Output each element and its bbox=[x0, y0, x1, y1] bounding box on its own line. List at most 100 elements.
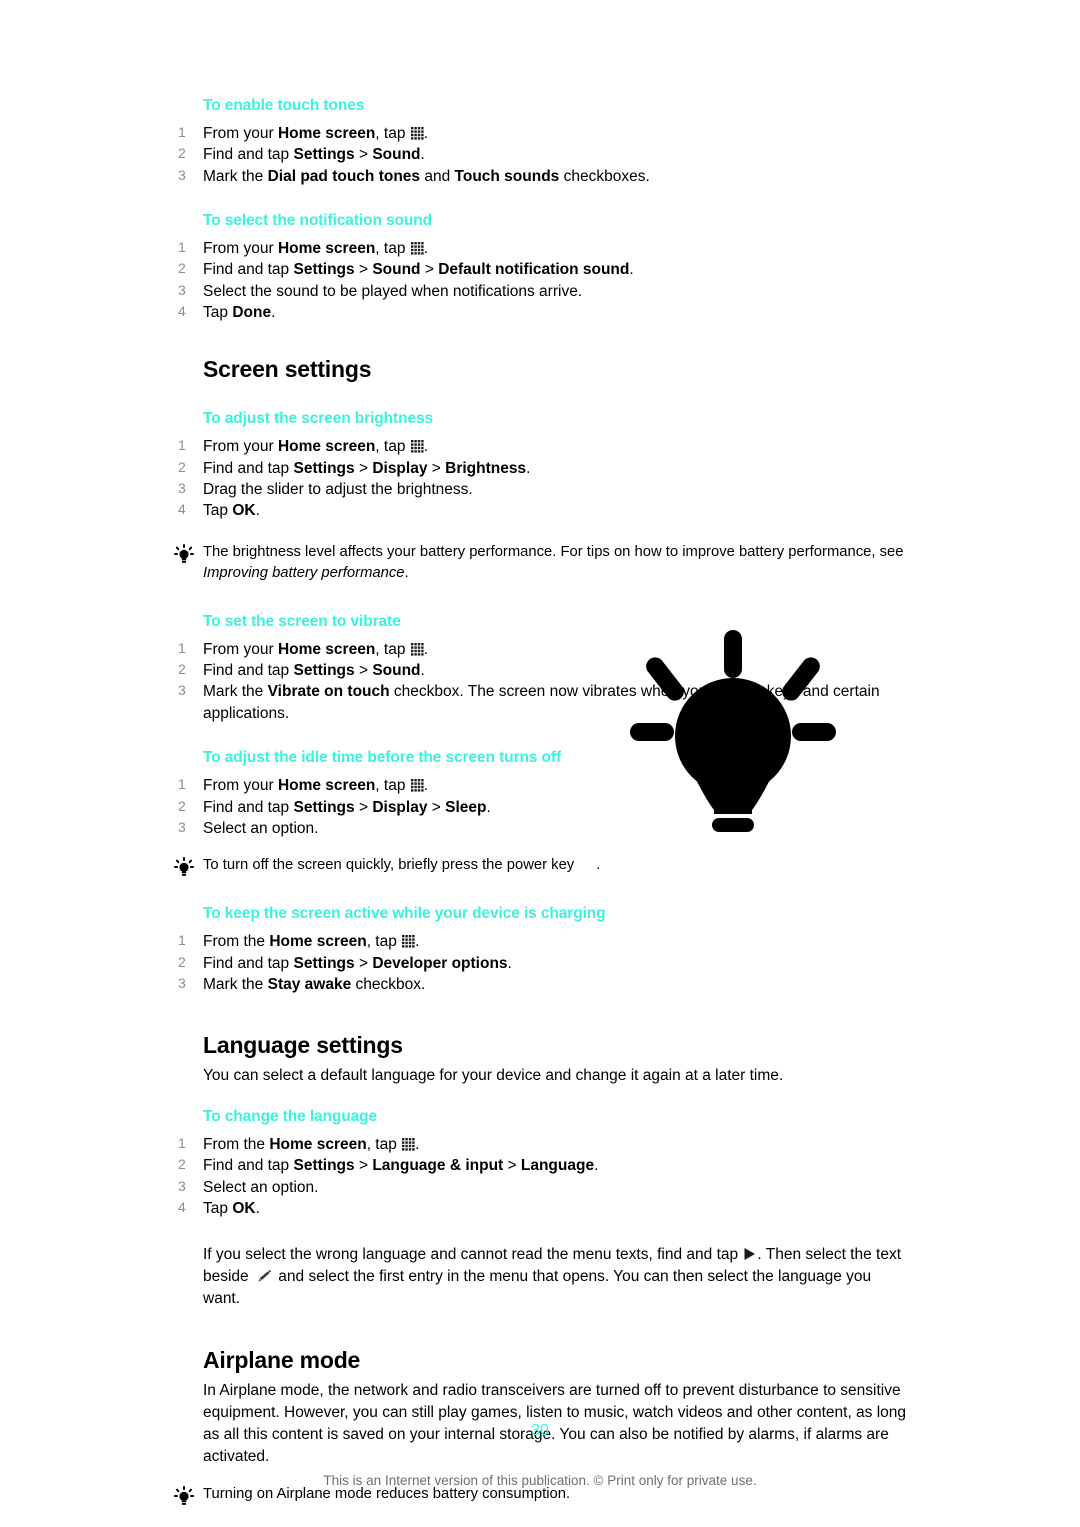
step-text: From your Home screen, tap . bbox=[203, 239, 429, 257]
step-number: 2 bbox=[178, 458, 186, 475]
procedure-title-change-language: To change the language bbox=[203, 1108, 378, 1126]
step-number: 2 bbox=[178, 953, 186, 970]
app-grid-icon bbox=[402, 1138, 415, 1151]
step-text: From your Home screen, tap . bbox=[203, 640, 429, 658]
procedure-title-touch-tones: To enable touch tones bbox=[203, 97, 365, 114]
procedure-title-notification-sound: To select the notification sound bbox=[203, 212, 433, 230]
step-text: Mark the Dial pad touch tones and Touch … bbox=[203, 167, 650, 185]
step-text: Tap OK. bbox=[203, 502, 260, 520]
step-text: Tap OK. bbox=[203, 1200, 260, 1218]
step-number: 4 bbox=[178, 1199, 186, 1216]
steps-vibrate: 1 From your Home screen, tap . 2 Find and t… bbox=[178, 639, 908, 725]
step-item: 3 Drag the slider to adjust the brightnes… bbox=[178, 479, 908, 500]
manual-page: To enable touch tones 1 From your Home sc… bbox=[0, 0, 1080, 1527]
steps-touch-tones: 1 From your Home screen, tap . 2 Find and t… bbox=[178, 123, 908, 187]
pencil-icon bbox=[255, 1269, 272, 1283]
step-number: 2 bbox=[178, 1156, 186, 1173]
lightbulb-tip-icon bbox=[174, 1485, 194, 1506]
step-text: Tap Done. bbox=[203, 304, 276, 322]
step-text: Find and tap Settings > Display > Sleep. bbox=[203, 798, 491, 816]
step-text: Find and tap Settings > Developer option… bbox=[203, 954, 512, 972]
step-text: From the Home screen, tap . bbox=[203, 933, 420, 951]
step-item: 1 From your Home screen, tap . bbox=[178, 436, 908, 457]
step-number: 1 bbox=[178, 932, 186, 949]
section-title-airplane-mode: Airplane mode bbox=[203, 1346, 361, 1373]
procedure-title-brightness: To adjust the screen brightness bbox=[203, 410, 434, 428]
procedure-title-idle-time: To adjust the idle time before the scree… bbox=[203, 749, 562, 767]
step-number: 3 bbox=[178, 166, 186, 183]
step-number: 3 bbox=[178, 974, 186, 991]
step-number: 3 bbox=[178, 818, 186, 835]
step-text: Select the sound to be played when notif… bbox=[203, 282, 583, 300]
step-item: 2 Find and tap Settings > Sound > Default… bbox=[178, 259, 908, 280]
wrong-language-note: If you select the wrong language and can… bbox=[203, 1245, 902, 1307]
step-item: 1 From the Home screen, tap . bbox=[178, 931, 908, 952]
step-number: 3 bbox=[178, 1177, 186, 1194]
step-item: 3 Mark the Dial pad touch tones and Touch… bbox=[178, 166, 908, 187]
step-text: Find and tap Settings > Language & input… bbox=[203, 1157, 599, 1175]
step-number: 1 bbox=[178, 1135, 186, 1152]
tip-brightness-battery: The brightness level affects your batter… bbox=[174, 542, 908, 584]
steps-notification-sound: 1 From your Home screen, tap . 2 Find and t… bbox=[178, 238, 908, 324]
step-item: 3 Select an option. bbox=[178, 1177, 908, 1198]
step-number: 2 bbox=[178, 145, 186, 162]
app-grid-icon bbox=[410, 779, 424, 792]
step-text: From your Home screen, tap . bbox=[203, 777, 429, 795]
step-number: 3 bbox=[178, 281, 186, 298]
step-item: 2 Find and tap Settings > Sound. bbox=[178, 144, 908, 165]
page-number: 30 bbox=[531, 1422, 549, 1439]
step-item: 3 Select the sound to be played when noti… bbox=[178, 281, 908, 302]
step-item: 2 Find and tap Settings > Developer optio… bbox=[178, 953, 908, 974]
step-item: 3 Select an option. bbox=[178, 818, 908, 839]
step-number: 1 bbox=[178, 238, 186, 255]
tip-brightness-battery-text: The brightness level affects your batter… bbox=[203, 543, 904, 581]
step-number: 2 bbox=[178, 260, 186, 277]
lightbulb-tip-icon bbox=[174, 543, 194, 564]
step-item: 4 Tap Done. bbox=[178, 302, 908, 323]
step-item: 2 Find and tap Settings > Sound. bbox=[178, 660, 908, 681]
step-text: Select an option. bbox=[203, 1178, 319, 1196]
step-number: 2 bbox=[178, 661, 186, 678]
app-grid-icon bbox=[402, 935, 415, 948]
step-item: 2 Find and tap Settings > Language & inpu… bbox=[178, 1155, 908, 1176]
step-item: 4 Tap OK. bbox=[178, 500, 908, 521]
step-item: 3 Mark the Stay awake checkbox. bbox=[178, 974, 908, 995]
step-item: 2 Find and tap Settings > Display > Sleep… bbox=[178, 797, 908, 818]
step-item: 2 Find and tap Settings > Display > Brigh… bbox=[178, 458, 908, 479]
steps-stay-awake: 1 From the Home screen, tap . 2 Find and ta… bbox=[178, 931, 908, 995]
procedure-title-vibrate: To set the screen to vibrate bbox=[203, 612, 401, 630]
step-number: 4 bbox=[178, 303, 186, 320]
step-text: Drag the slider to adjust the brightness… bbox=[203, 481, 473, 499]
language-settings-intro: You can select a default language for yo… bbox=[203, 1067, 784, 1085]
page-content: To enable touch tones 1 From your Home sc… bbox=[174, 96, 908, 1505]
play-triangle-icon bbox=[743, 1247, 756, 1261]
step-item: 3 Mark the Vibrate on touch checkbox. The… bbox=[178, 681, 908, 724]
lightbulb-tip-icon bbox=[174, 857, 194, 877]
step-number: 2 bbox=[178, 797, 186, 814]
step-item: 1 From your Home screen, tap . bbox=[178, 639, 908, 660]
step-text: Mark the Stay awake checkbox. bbox=[203, 975, 426, 993]
step-item: 1 From your Home screen, tap . bbox=[178, 238, 908, 259]
step-text: Find and tap Settings > Sound. bbox=[203, 146, 425, 164]
step-item: 1 From your Home screen, tap . bbox=[178, 775, 908, 796]
footer-note: This is an Internet version of this publ… bbox=[323, 1473, 757, 1488]
missing-glyph-icon bbox=[574, 857, 596, 869]
step-text: Mark the Vibrate on touch checkbox. The … bbox=[203, 683, 880, 722]
step-number: 3 bbox=[178, 480, 186, 497]
tip-power-key: To turn off the screen quickly, briefly … bbox=[174, 855, 908, 877]
step-number: 1 bbox=[178, 123, 186, 140]
section-title-screen-settings: Screen settings bbox=[203, 356, 372, 383]
step-item: 1 From the Home screen, tap . bbox=[178, 1134, 908, 1155]
step-number: 1 bbox=[178, 437, 186, 454]
step-text: From the Home screen, tap . bbox=[203, 1136, 420, 1154]
step-text: From your Home screen, tap . bbox=[203, 438, 429, 456]
tip-power-key-text: To turn off the screen quickly, briefly … bbox=[203, 857, 601, 874]
step-number: 4 bbox=[178, 501, 186, 518]
steps-brightness: 1 From your Home screen, tap . 2 Find and t… bbox=[178, 436, 908, 522]
app-grid-icon bbox=[410, 126, 424, 140]
step-text: Find and tap Settings > Display > Bright… bbox=[203, 459, 531, 477]
app-grid-icon bbox=[410, 440, 424, 453]
step-text: From your Home screen, tap . bbox=[203, 124, 429, 142]
step-text: Find and tap Settings > Sound. bbox=[203, 662, 425, 680]
app-grid-icon bbox=[410, 642, 424, 656]
